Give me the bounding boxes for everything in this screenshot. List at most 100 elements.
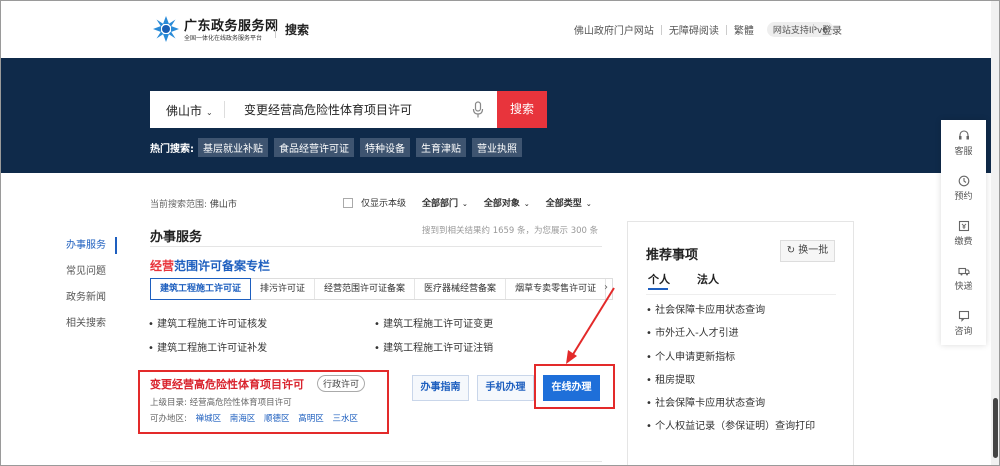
type-dropdown[interactable]: 全部类型 ⌄ [546,196,592,209]
list-item[interactable]: • 社会保障卡应用状态查询 [646,304,815,327]
site-header: 广东政务服务网 全国一体化在线政务服务平台 搜索 佛山政府门户网站 无障碍阅读 … [0,0,1000,58]
type-dropdown-label: 全部类型 [545,199,582,209]
section-label: 搜索 [285,23,310,37]
scrollbar-thumb[interactable] [993,398,998,458]
list-item[interactable]: • 市外迁入-人才引进 [646,327,815,350]
tab-discharge-permit[interactable]: 排污许可证 [251,279,316,299]
scope-label: 当前搜索范围: [150,200,208,210]
nav-accessibility[interactable]: 无障碍阅读 [662,22,726,37]
list-item[interactable]: • 租房提取 [646,374,815,397]
list-item-label: 建筑工程施工许可证变更 [383,319,494,330]
refresh-label: 换一批 [798,245,829,256]
tab-corporate[interactable]: 法人 [697,271,719,287]
sidenav-item-related[interactable]: 相关搜索 [66,316,106,342]
float-item-express[interactable]: 快递 [941,265,986,292]
hot-tag[interactable]: 营业执照 [472,138,522,157]
hot-searches: 热门搜索: 基层就业补贴 食品经营许可证 特种设备 生育津贴 营业执照 [150,138,528,157]
result-type-badge: 行政许可 [317,375,366,392]
microphone-icon[interactable] [472,101,484,119]
filter-bar: 仅显示本级 全部部门 ⌄ 全部对象 ⌄ 全部类型 ⌄ [343,196,592,209]
local-only-checkbox[interactable] [343,197,353,208]
areas-label: 可办地区: [150,414,187,424]
sidenav-active-indicator [115,237,117,254]
tab-business-scope[interactable]: 经营范围许可证备案 [315,279,416,299]
list-item[interactable]: • 社会保障卡应用状态查询 [646,397,815,420]
recommend-title: 推荐事项 [646,248,699,263]
float-label: 客服 [954,147,973,157]
hot-tag[interactable]: 特种设备 [360,138,410,157]
list-item-label: 建筑工程施工许可证核发 [157,319,268,330]
list-item-label: 市外迁入-人才引进 [655,328,739,340]
city-selector[interactable]: 佛山市 ⌄ [166,102,213,119]
list-item[interactable]: • 个人申请更新指标 [646,351,815,374]
tab-construction-permit[interactable]: 建筑工程施工许可证 [150,278,252,300]
refresh-button[interactable]: ↻ 换一批 [780,240,835,262]
result-title[interactable]: 变更经营高危险性体育项目许可 [150,376,304,392]
online-handle-button[interactable]: 在线办理 [543,375,600,401]
sidenav-item-faq[interactable]: 常见问题 [66,264,106,290]
float-item-payment[interactable]: 缴费 [941,220,986,247]
section-divider [150,246,602,247]
parent-value: 经营高危险性体育项目许可 [189,398,292,408]
search-input[interactable] [244,91,464,128]
list-item[interactable]: • 个人权益记录（参保证明）查询打印 [646,420,815,443]
list-item[interactable]: • 建筑工程施工许可证核发 [148,315,374,330]
float-label: 缴费 [954,237,973,247]
list-item-label: 建筑工程施工许可证补发 [157,343,268,354]
hot-tag[interactable]: 生育津贴 [416,138,466,157]
list-item-label: 个人申请更新指标 [655,351,736,363]
list-item-label: 社会保障卡应用状态查询 [655,305,766,316]
float-label: 咨询 [954,327,973,337]
float-item-service[interactable]: 客服 [941,130,986,157]
search-button[interactable]: 搜索 [497,91,547,128]
parent-label: 上级目录: [150,398,187,408]
area-link-shunde[interactable]: 顺德区 [264,414,290,424]
city-label: 佛山市 [166,104,203,118]
scrollbar[interactable] [991,0,1000,466]
recommend-panel: 推荐事项 ↻ 换一批 个人 法人 • 社会保障卡应用状态查询 • 市外迁入-人才… [627,221,854,466]
mobile-handle-button[interactable]: 手机办理 [477,375,534,401]
local-only-label[interactable]: 仅显示本级 [361,196,406,209]
chat-icon [958,310,969,322]
sidenav-item-news[interactable]: 政务新闻 [66,290,106,316]
section-divider [150,461,602,462]
list-item[interactable]: • 建筑工程施工许可证补发 [148,339,374,354]
float-toolbar: 客服 预约 缴费 快递 咨询 [941,120,986,345]
nav-divider [813,24,814,34]
chevron-down-icon: ⌄ [585,200,592,208]
site-title[interactable]: 广东政务服务网 [184,15,279,34]
list-item[interactable]: • 建筑工程施工许可证变更 [374,315,534,330]
search-scope: 当前搜索范围: 佛山市 [150,197,237,210]
site-logo-icon[interactable] [152,15,180,43]
hot-tag[interactable]: 基层就业补贴 [198,138,268,157]
guide-button[interactable]: 办事指南 [412,375,469,401]
recommend-list: • 社会保障卡应用状态查询 • 市外迁入-人才引进 • 个人申请更新指标 • 租… [646,304,815,444]
tab-active-indicator [648,288,668,290]
hot-tag[interactable]: 食品经营许可证 [274,138,354,157]
topic-title[interactable]: 经营范围许可备案专栏 [150,257,270,274]
list-item[interactable]: • 建筑工程施工许可证注销 [374,339,534,354]
list-item-label: 社会保障卡应用状态查询 [655,398,766,410]
nav-traditional-chinese[interactable]: 繁體 [727,22,761,37]
area-link-chancheng[interactable]: 禅城区 [196,414,222,424]
clock-icon [958,175,969,187]
float-item-booking[interactable]: 预约 [941,175,986,202]
result-areas: 可办地区: 禅城区 南海区 顺德区 高明区 三水区 [150,412,358,424]
dept-dropdown[interactable]: 全部部门 ⌄ [422,196,468,209]
search-banner: 佛山市⌄ 搜索 热门搜索: 基层就业补贴 食品经营许可证 特种设备 生育津贴 营… [0,58,1000,173]
list-item-label: 个人权益记录（参保证明）查询打印 [655,421,816,433]
area-link-sanshui[interactable]: 三水区 [332,414,358,424]
area-link-gaoming[interactable]: 高明区 [298,414,324,424]
float-item-consult[interactable]: 咨询 [941,310,986,337]
tab-personal[interactable]: 个人 [648,271,670,287]
area-link-nanhai[interactable]: 南海区 [230,414,256,424]
sidenav-item-services[interactable]: 办事服务 [66,238,106,264]
topic-item-list: • 建筑工程施工许可证核发 • 建筑工程施工许可证变更 • 建筑工程施工许可证补… [148,315,528,354]
nav-foshan-portal[interactable]: 佛山政府门户网站 [567,22,661,37]
tab-medical-device[interactable]: 医疗器械经营备案 [415,279,507,299]
recommend-divider [646,294,836,295]
target-dropdown[interactable]: 全部对象 ⌄ [484,196,530,209]
topic-title-highlight: 经营 [150,259,175,273]
site-subtitle: 全国一体化在线政务服务平台 [184,35,263,42]
login-link[interactable]: 登录 [822,22,842,37]
